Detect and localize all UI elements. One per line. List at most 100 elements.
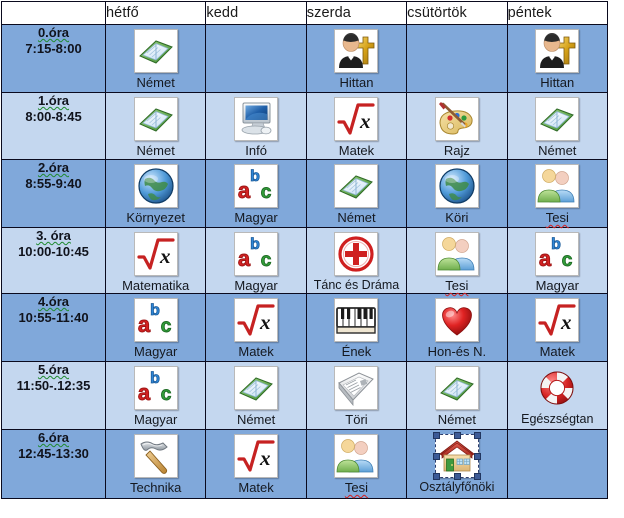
people-icon[interactable] — [434, 232, 479, 276]
lesson-cell[interactable] — [406, 24, 508, 93]
period-time-cell: 0.óra 7:15-8:00 — [1, 24, 106, 93]
lesson-cell[interactable]: Tesi — [305, 429, 408, 499]
abc-icon[interactable]: b a c — [535, 232, 580, 276]
lifebuoy-icon[interactable] — [535, 366, 579, 410]
sqrt-x-icon-svg: x — [237, 440, 275, 472]
book-icon[interactable] — [133, 29, 178, 73]
lesson-content: x Matek — [206, 294, 305, 361]
sqrt-x-icon[interactable]: x — [234, 434, 279, 478]
book-icon[interactable] — [234, 366, 279, 410]
lesson-label: Tesi — [344, 480, 369, 495]
heart-icon[interactable] — [434, 298, 479, 342]
lesson-label: Tesi — [445, 278, 469, 293]
selection-handle[interactable] — [432, 473, 440, 480]
house-icon[interactable] — [432, 432, 481, 480]
lesson-cell[interactable]: b a c Magyar — [205, 159, 307, 228]
house-icon-svg — [439, 440, 475, 472]
lesson-cell[interactable]: x Matematika — [104, 227, 207, 294]
sqrt-x-icon[interactable]: x — [133, 232, 178, 276]
day-header-hétfő: hétfő — [104, 1, 207, 25]
red-cross-circle-icon[interactable] — [334, 232, 379, 276]
abc-icon-svg: b a c — [238, 236, 273, 272]
palette-icon[interactable] — [434, 97, 479, 141]
selection-handle[interactable] — [473, 453, 481, 460]
selection-handle[interactable] — [432, 453, 440, 460]
priest-cross-icon[interactable] — [334, 29, 379, 73]
selection-handle[interactable] — [432, 432, 440, 439]
hammer-icon[interactable] — [133, 434, 178, 478]
selection-handle[interactable] — [453, 432, 461, 439]
lesson-cell[interactable] — [506, 429, 609, 499]
abc-icon[interactable]: b a c — [133, 366, 178, 410]
lesson-cell[interactable]: Köri — [406, 159, 508, 228]
lesson-cell[interactable]: Osztályfőnöki — [406, 429, 508, 499]
abc-icon[interactable]: b a c — [133, 298, 178, 342]
lesson-cell[interactable]: Tesi — [506, 159, 609, 228]
lesson-cell[interactable]: Töri — [305, 361, 408, 430]
lesson-cell[interactable]: Hittan — [506, 24, 609, 93]
newspaper-icon[interactable] — [334, 366, 379, 410]
computer-icon[interactable] — [234, 97, 279, 141]
lesson-label: Magyar — [234, 210, 278, 225]
abc-icon[interactable]: b a c — [234, 164, 279, 208]
book-icon[interactable] — [434, 366, 479, 410]
people-icon[interactable] — [334, 434, 379, 478]
lesson-content: x Matematika — [106, 228, 205, 293]
sqrt-x-icon[interactable]: x — [334, 97, 379, 141]
lesson-cell[interactable]: Hon-és N. — [406, 293, 508, 362]
lesson-cell[interactable]: Infó — [205, 92, 307, 160]
abc-icon[interactable]: b a c — [234, 232, 279, 276]
piano-icon[interactable] — [334, 298, 379, 342]
sqrt-x-icon[interactable]: x — [234, 298, 279, 342]
piano-icon-svg — [336, 307, 377, 334]
period-label: 5.óra — [37, 362, 70, 377]
lesson-label: Osztályfőnöki — [419, 480, 495, 494]
lesson-cell[interactable]: Tánc és Dráma — [305, 227, 408, 294]
timetable-header-row: hétfő kedd szerda csütörtök péntek — [1, 1, 609, 25]
timetable-row: 4.óra 10:55-11:40 b a c Magyar x Matek É… — [1, 293, 609, 362]
palette-icon-svg — [438, 102, 473, 135]
lesson-content: Technika — [106, 430, 205, 498]
lesson-cell[interactable]: Német — [104, 92, 207, 160]
empty-lesson-cell — [508, 430, 607, 498]
lesson-cell[interactable]: b a c Magyar — [205, 227, 307, 294]
lesson-cell[interactable]: Rajz — [406, 92, 508, 160]
selection-handle[interactable] — [473, 473, 481, 480]
sqrt-x-icon[interactable]: x — [535, 298, 580, 342]
lesson-cell[interactable] — [205, 24, 307, 93]
book-icon[interactable] — [133, 97, 178, 141]
sqrt-x-icon-svg: x — [337, 103, 376, 135]
lesson-cell[interactable]: Hittan — [305, 24, 408, 93]
priest-cross-icon[interactable] — [535, 29, 580, 73]
selection-handle[interactable] — [453, 473, 461, 480]
lesson-cell[interactable]: Német — [406, 361, 508, 430]
book-icon[interactable] — [334, 164, 379, 208]
svg-text:b: b — [150, 302, 160, 319]
lesson-cell[interactable]: b a c Magyar — [104, 361, 207, 430]
svg-text:b: b — [150, 370, 160, 387]
lesson-cell[interactable]: x Matek — [205, 293, 307, 362]
globe-icon[interactable] — [434, 164, 479, 208]
lesson-cell[interactable]: Német — [104, 24, 207, 93]
lesson-cell[interactable]: Német — [305, 159, 408, 228]
lesson-cell[interactable]: Tesi — [406, 227, 508, 294]
book-icon[interactable] — [535, 97, 580, 141]
lesson-cell[interactable]: Környezet — [104, 159, 207, 228]
lesson-cell[interactable]: Német — [506, 92, 609, 160]
lesson-cell[interactable]: x Matek — [205, 429, 307, 499]
lesson-cell[interactable]: b a c Magyar — [104, 293, 207, 362]
lesson-content: Tesi — [508, 160, 607, 227]
lesson-cell[interactable]: x Matek — [305, 92, 408, 160]
lesson-content: b a c Magyar — [106, 294, 205, 361]
lesson-cell[interactable]: Technika — [104, 429, 207, 499]
lesson-cell[interactable]: x Matek — [506, 293, 609, 362]
lesson-content: Egészségtan — [508, 362, 607, 429]
globe-icon[interactable] — [133, 164, 178, 208]
lesson-cell[interactable]: Egészségtan — [506, 361, 609, 430]
selection-handle[interactable] — [473, 432, 481, 439]
people-icon[interactable] — [535, 164, 580, 208]
lesson-cell[interactable]: b a c Magyar — [506, 227, 609, 294]
lesson-content: x Matek — [307, 93, 406, 159]
lesson-cell[interactable]: Ének — [305, 293, 408, 362]
lesson-cell[interactable]: Német — [205, 361, 307, 430]
